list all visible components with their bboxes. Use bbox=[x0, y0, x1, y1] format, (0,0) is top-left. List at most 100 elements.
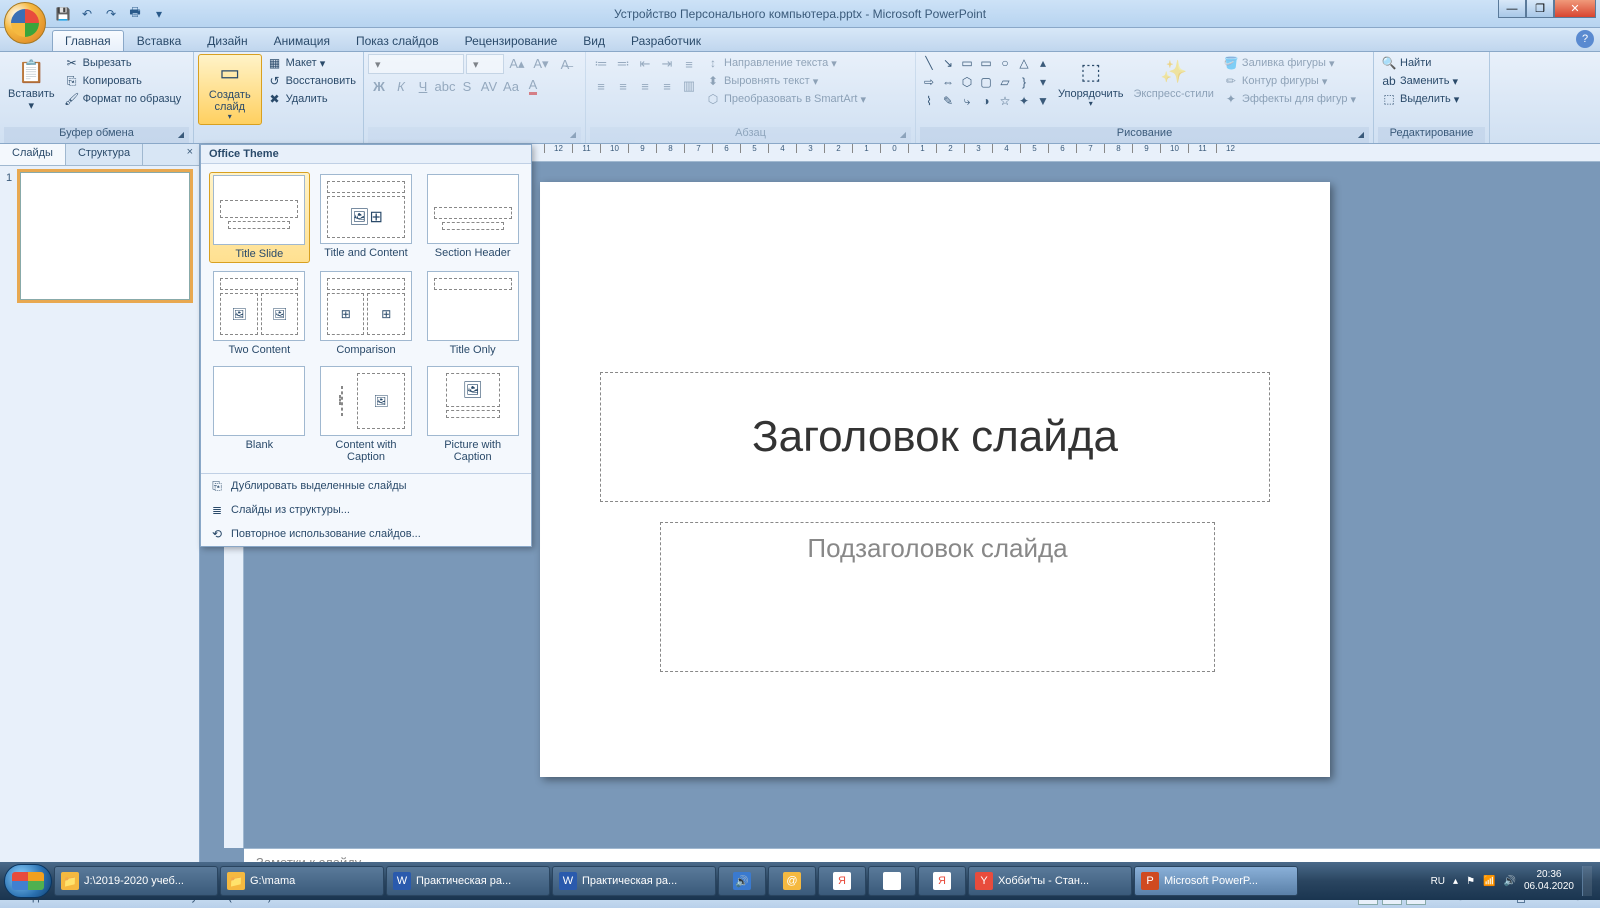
dialog-launcher-icon[interactable]: ◢ bbox=[1355, 130, 1367, 142]
taskbar-item[interactable]: ◉ bbox=[868, 866, 916, 896]
smartart-button[interactable]: ⬡Преобразовать в SmartArt ▾ bbox=[702, 90, 869, 108]
tab-home[interactable]: Главная bbox=[52, 30, 124, 51]
shape-tri-icon[interactable]: △ bbox=[1015, 54, 1033, 72]
taskbar-item[interactable]: PMicrosoft PowerP... bbox=[1134, 866, 1298, 896]
gallery-more-icon[interactable]: ▼ bbox=[1034, 92, 1052, 110]
tab-slideshow[interactable]: Показ слайдов bbox=[343, 30, 452, 51]
replace-button[interactable]: abЗаменить ▾ bbox=[1378, 72, 1462, 90]
font-family-select[interactable]: ▾ bbox=[368, 54, 464, 74]
layout-blank[interactable]: Blank bbox=[209, 364, 310, 465]
find-button[interactable]: 🔍Найти bbox=[1378, 54, 1462, 72]
paste-button[interactable]: 📋 Вставить▾ bbox=[4, 54, 59, 114]
taskbar-item[interactable]: 📁G:\mama bbox=[220, 866, 384, 896]
close-button[interactable]: ✕ bbox=[1554, 0, 1596, 18]
layout-title-only[interactable]: Title Only bbox=[422, 269, 523, 358]
start-button[interactable] bbox=[4, 864, 52, 898]
justify-icon[interactable]: ≡ bbox=[656, 76, 678, 96]
shape-callout-icon[interactable]: ◑ bbox=[977, 92, 995, 110]
align-right-icon[interactable]: ≡ bbox=[634, 76, 656, 96]
underline-icon[interactable]: Ч bbox=[412, 76, 434, 96]
shape-conn-icon[interactable]: ⤷ bbox=[958, 92, 976, 110]
tab-review[interactable]: Рецензирование bbox=[452, 30, 571, 51]
bullets-icon[interactable]: ≔ bbox=[590, 54, 612, 74]
redo-icon[interactable]: ↷ bbox=[100, 4, 122, 24]
columns-icon[interactable]: ▥ bbox=[678, 76, 700, 96]
cut-button[interactable]: ✂Вырезать bbox=[61, 54, 185, 72]
shape-rect2-icon[interactable]: ▭ bbox=[977, 54, 995, 72]
office-button[interactable] bbox=[4, 2, 46, 44]
shape-rnd-icon[interactable]: ▢ bbox=[977, 73, 995, 91]
indent-inc-icon[interactable]: ⇥ bbox=[656, 54, 678, 74]
arrange-button[interactable]: ⬚Упорядочить▾ bbox=[1054, 54, 1127, 111]
save-icon[interactable]: 💾 bbox=[52, 4, 74, 24]
indent-dec-icon[interactable]: ⇤ bbox=[634, 54, 656, 74]
gallery-up-icon[interactable]: ▴ bbox=[1034, 54, 1052, 72]
layout-button[interactable]: ▦Макет ▾ bbox=[264, 54, 359, 72]
shape-arrow-icon[interactable]: ↘ bbox=[939, 54, 957, 72]
show-desktop-button[interactable] bbox=[1582, 866, 1592, 896]
shape-free-icon[interactable]: ✎ bbox=[939, 92, 957, 110]
tab-developer[interactable]: Разработчик bbox=[618, 30, 714, 51]
text-direction-button[interactable]: ↕Направление текста ▾ bbox=[702, 54, 869, 72]
font-size-select[interactable]: ▾ bbox=[466, 54, 504, 74]
shape-para-icon[interactable]: ▱ bbox=[996, 73, 1014, 91]
shrink-font-icon[interactable]: A▾ bbox=[530, 54, 552, 74]
panel-tab-slides[interactable]: Слайды bbox=[0, 144, 66, 165]
clock[interactable]: 20:3606.04.2020 bbox=[1524, 869, 1574, 893]
taskbar-item[interactable]: YХобби'ты - Стан... bbox=[968, 866, 1132, 896]
delete-slide-button[interactable]: ✖Удалить bbox=[264, 90, 359, 108]
tray-chevron-icon[interactable]: ▴ bbox=[1453, 876, 1458, 887]
help-icon[interactable]: ? bbox=[1576, 30, 1594, 48]
taskbar-item[interactable]: WПрактическая ра... bbox=[386, 866, 550, 896]
reuse-slides-item[interactable]: ⟲Повторное использование слайдов... bbox=[201, 522, 531, 546]
lang-indicator[interactable]: RU bbox=[1431, 876, 1445, 887]
shape-dbl-icon[interactable]: ⇔ bbox=[939, 73, 957, 91]
shadow-icon[interactable]: S bbox=[456, 76, 478, 96]
grow-font-icon[interactable]: A▴ bbox=[506, 54, 528, 74]
copy-button[interactable]: ⎘Копировать bbox=[61, 72, 185, 90]
slides-from-outline-item[interactable]: ≣Слайды из структуры... bbox=[201, 498, 531, 522]
layout-title-slide[interactable]: Title Slide bbox=[209, 172, 310, 263]
align-center-icon[interactable]: ≡ bbox=[612, 76, 634, 96]
gallery-down-icon[interactable]: ▾ bbox=[1034, 73, 1052, 91]
layout-picture-caption[interactable]: 🖼 Picture with Caption bbox=[422, 364, 523, 465]
taskbar-item[interactable]: 🔊 bbox=[718, 866, 766, 896]
minimize-button[interactable]: — bbox=[1498, 0, 1526, 18]
strike-icon[interactable]: abc bbox=[434, 76, 456, 96]
clear-format-icon[interactable]: A̶ bbox=[554, 54, 576, 74]
layout-title-content[interactable]: 🖼⊞ Title and Content bbox=[316, 172, 417, 263]
format-painter-button[interactable]: 🖌Формат по образцу bbox=[61, 90, 185, 108]
shape-fill-button[interactable]: 🪣Заливка фигуры ▾ bbox=[1220, 54, 1359, 72]
panel-close-icon[interactable]: × bbox=[181, 144, 199, 165]
taskbar-item[interactable]: Я bbox=[918, 866, 966, 896]
dialog-launcher-icon[interactable]: ◢ bbox=[897, 130, 909, 142]
subtitle-placeholder[interactable]: Подзаголовок слайда bbox=[660, 522, 1215, 672]
tab-view[interactable]: Вид bbox=[570, 30, 618, 51]
align-left-icon[interactable]: ≡ bbox=[590, 76, 612, 96]
quick-styles-button[interactable]: ✨Экспресс-стили bbox=[1129, 54, 1217, 102]
sound-icon[interactable]: 🔊 bbox=[1503, 876, 1515, 887]
layout-content-caption[interactable]: 🖼 Content with Caption bbox=[316, 364, 417, 465]
taskbar-item[interactable]: @ bbox=[768, 866, 816, 896]
taskbar-item[interactable]: 📁J:\2019-2020 учеб... bbox=[54, 866, 218, 896]
network-icon[interactable]: 📶 bbox=[1483, 876, 1495, 887]
shape-line-icon[interactable]: ╲ bbox=[920, 54, 938, 72]
layout-two-content[interactable]: 🖼🖼 Two Content bbox=[209, 269, 310, 358]
panel-tab-outline[interactable]: Структура bbox=[66, 144, 143, 165]
layout-comparison[interactable]: ⊞⊞ Comparison bbox=[316, 269, 417, 358]
select-button[interactable]: ⬚Выделить ▾ bbox=[1378, 90, 1462, 108]
shape-hex-icon[interactable]: ⬡ bbox=[958, 73, 976, 91]
shape-star-icon[interactable]: ☆ bbox=[996, 92, 1014, 110]
quick-print-icon[interactable]: 🖶 bbox=[124, 4, 146, 24]
flag-icon[interactable]: ⚑ bbox=[1466, 876, 1475, 887]
tab-design[interactable]: Дизайн bbox=[194, 30, 260, 51]
font-color-icon[interactable]: A bbox=[522, 76, 544, 96]
shape-arrow2-icon[interactable]: ⇨ bbox=[920, 73, 938, 91]
shape-outline-button[interactable]: ✏Контур фигуры ▾ bbox=[1220, 72, 1359, 90]
dialog-launcher-icon[interactable]: ◢ bbox=[175, 130, 187, 142]
tab-animation[interactable]: Анимация bbox=[261, 30, 343, 51]
numbering-icon[interactable]: ≕ bbox=[612, 54, 634, 74]
undo-icon[interactable]: ↶ bbox=[76, 4, 98, 24]
new-slide-button[interactable]: ▭ Создать слайд▾ bbox=[198, 54, 262, 125]
slide-thumbnail[interactable]: 1 bbox=[6, 172, 193, 300]
